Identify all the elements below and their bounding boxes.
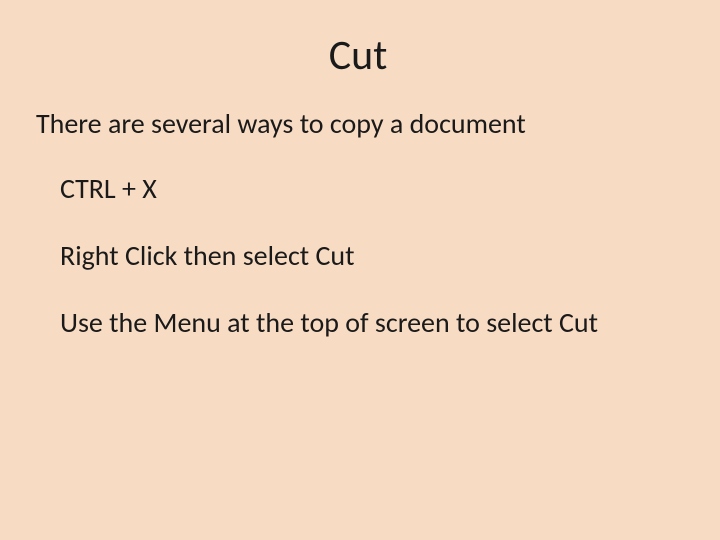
list-item: Use the Menu at the top of screen to sel… (36, 305, 680, 340)
list-item: CTRL + X (36, 171, 680, 206)
slide-title: Cut (36, 30, 680, 81)
list-item: Right Click then select Cut (36, 238, 680, 273)
slide-subtitle: There are several ways to copy a documen… (36, 107, 680, 141)
